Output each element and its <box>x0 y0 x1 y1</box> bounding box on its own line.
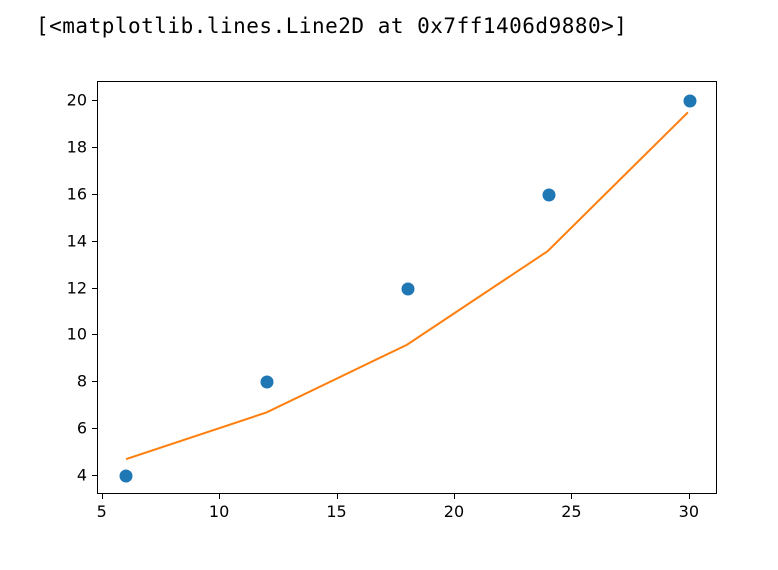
y-tick-mark <box>92 241 97 242</box>
y-tick-label: 20 <box>67 90 87 109</box>
x-tick-label: 10 <box>209 502 229 521</box>
y-tick-label: 4 <box>77 466 87 485</box>
x-tick-mark <box>102 494 103 499</box>
scatter-point <box>120 470 133 483</box>
y-tick-label: 12 <box>67 278 87 297</box>
x-tick-label: 30 <box>679 502 699 521</box>
y-tick-label: 14 <box>67 231 87 250</box>
x-tick-mark <box>454 494 455 499</box>
x-tick-mark <box>689 494 690 499</box>
x-tick-label: 20 <box>444 502 464 521</box>
x-tick-mark <box>337 494 338 499</box>
y-tick-label: 6 <box>77 419 87 438</box>
y-tick-mark <box>92 475 97 476</box>
y-tick-label: 18 <box>67 137 87 156</box>
x-tick-mark <box>219 494 220 499</box>
repr-output: [<matplotlib.lines.Line2D at 0x7ff1406d9… <box>36 14 627 38</box>
y-tick-label: 8 <box>77 372 87 391</box>
x-tick-label: 5 <box>97 502 107 521</box>
y-tick-mark <box>92 194 97 195</box>
scatter-point <box>542 188 555 201</box>
x-tick-label: 15 <box>326 502 346 521</box>
scatter-point <box>402 282 415 295</box>
plot-area <box>97 81 717 494</box>
y-tick-mark <box>92 381 97 382</box>
x-tick-label: 25 <box>561 502 581 521</box>
y-tick-mark <box>92 288 97 289</box>
chart-container: 5 10 15 20 25 30 4 6 8 10 12 14 16 18 20 <box>0 70 778 570</box>
y-tick-mark <box>92 100 97 101</box>
y-tick-label: 16 <box>67 184 87 203</box>
scatter-point <box>261 376 274 389</box>
x-tick-mark <box>571 494 572 499</box>
y-tick-label: 10 <box>67 325 87 344</box>
y-tick-mark <box>92 334 97 335</box>
scatter-point <box>683 94 696 107</box>
y-tick-mark <box>92 147 97 148</box>
y-tick-mark <box>92 428 97 429</box>
